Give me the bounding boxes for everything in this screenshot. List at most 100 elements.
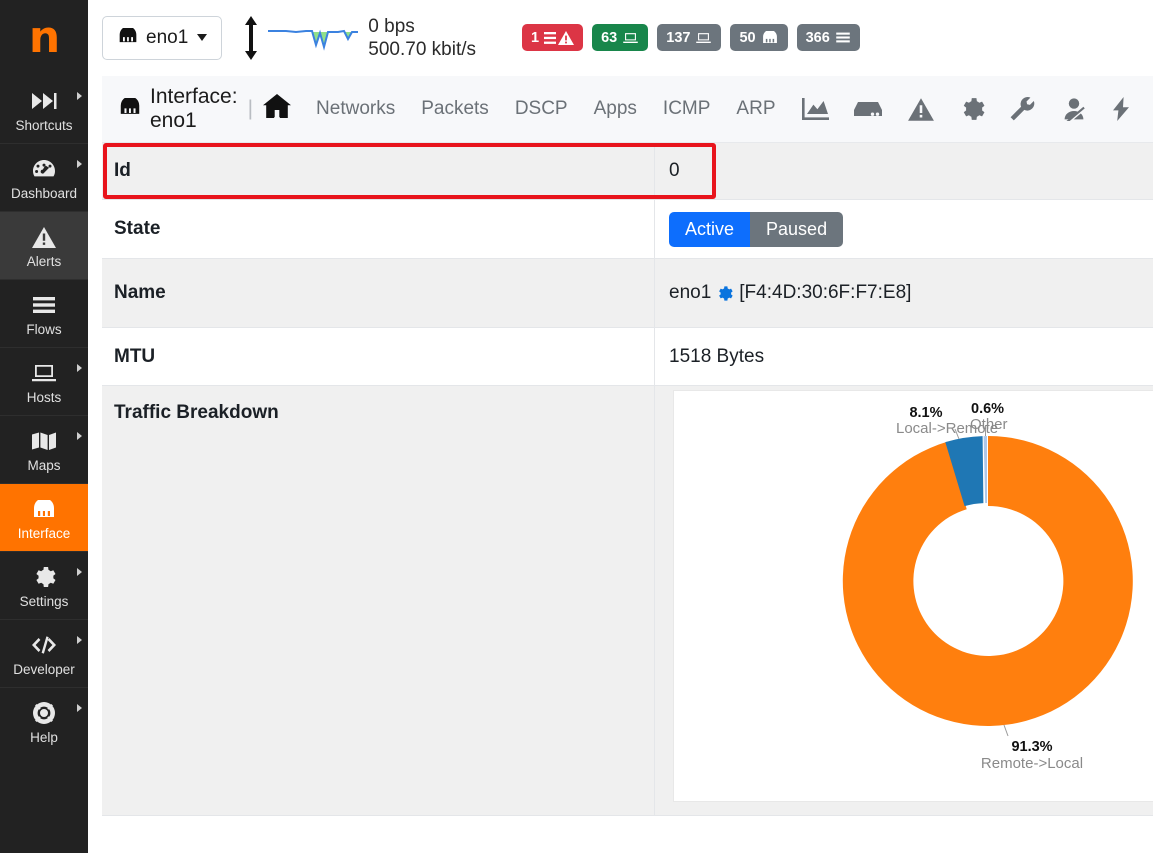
row-value-id: 0 [655,143,1153,199]
alert-list-icon [544,31,574,45]
row-key-id: Id [102,143,655,199]
tab-user-blocked[interactable] [1047,97,1099,121]
tab-arp[interactable]: ARP [723,98,788,120]
gear-icon[interactable] [716,285,733,302]
ethernet-port-icon [761,31,779,44]
gauge-icon [31,155,57,183]
tab-networks[interactable]: Networks [303,98,408,120]
sidebar-item-interface[interactable]: Interface [0,483,88,551]
table-row: Name eno1 [F4:4D:30:6F:F7:E8] [102,259,1153,328]
status-badges: 1 63 137 50 [522,24,860,51]
sidebar-item-maps[interactable]: Maps [0,415,88,483]
tab-charts[interactable] [789,97,841,121]
sidebar-item-label: Maps [27,458,60,474]
tab-packets[interactable]: Packets [408,98,502,120]
table-row: MTU 1518 Bytes [102,328,1153,386]
sidebar-item-developer[interactable]: Developer [0,619,88,687]
gear-icon [32,563,56,591]
sidebar: n Shortcuts Dashboard Alerts [0,0,88,853]
tab-home[interactable] [263,93,303,125]
row-value-state: Active Paused [655,200,1153,258]
chart-label-pct-other: 0.6% [971,401,1004,417]
throughput-readout: 0 bps 500.70 kbit/s [368,15,476,61]
list-lines-icon [835,31,851,44]
sidebar-item-dashboard[interactable]: Dashboard [0,143,88,211]
sidebar-item-label: Interface [18,526,71,542]
sidebar-item-label: Help [30,730,58,746]
state-active-button[interactable]: Active [669,212,750,247]
flows-badge[interactable]: 366 [797,24,860,51]
mac-address-text: [F4:4D:30:6F:F7:E8] [739,282,911,304]
title-separator: | [248,97,253,121]
laptop-icon [622,31,639,45]
active-hosts-badge[interactable]: 63 [592,24,648,51]
hosts-badge[interactable]: 137 [657,24,721,51]
tab-apps[interactable]: Apps [581,98,650,120]
area-chart-icon [801,97,829,121]
tab-dscp[interactable]: DSCP [502,98,581,120]
sidebar-item-alerts[interactable]: Alerts [0,211,88,279]
sidebar-item-flows[interactable]: Flows [0,279,88,347]
chevron-right-icon [77,636,82,644]
sparkline-chart [266,19,360,56]
slice-remote-local[interactable] [843,436,1133,726]
sidebar-item-help[interactable]: Help [0,687,88,755]
tab-storage[interactable] [841,99,895,119]
user-blocked-icon [1059,97,1087,121]
lifebuoy-icon [32,699,56,727]
row-key-traffic-breakdown: Traffic Breakdown [102,386,655,815]
sidebar-item-label: Developer [13,662,75,678]
interface-selector-label: eno1 [146,27,188,49]
table-row: Traffic Breakdown [102,386,1153,816]
sidebar-item-settings[interactable]: Settings [0,551,88,619]
ethernet-port-icon [31,495,57,523]
sidebar-item-label: Shortcuts [15,118,72,134]
table-row: State Active Paused [102,200,1153,259]
chevron-right-icon [77,160,82,168]
chart-label-pct-local-remote: 8.1% [909,405,942,421]
row-value-name: eno1 [F4:4D:30:6F:F7:E8] [655,259,1153,327]
interface-name-text: eno1 [669,282,711,304]
chevron-right-icon [77,432,82,440]
tab-icmp[interactable]: ICMP [650,98,724,120]
state-paused-button[interactable]: Paused [750,212,843,247]
tab-tools[interactable] [997,96,1047,122]
badge-count: 50 [739,30,755,46]
fast-forward-icon [31,87,57,115]
chart-label-name-other: Other [970,416,1008,433]
app-root: n Shortcuts Dashboard Alerts [0,0,1153,853]
wrench-icon [1009,96,1035,122]
page-tab-strip: Interface: eno1 | Networks Packets DSCP … [102,76,1153,143]
chevron-right-icon [77,568,82,576]
interface-selector[interactable]: eno1 [102,16,222,60]
main-area: eno1 0 bps 500.70 kbit/s 1 [88,0,1153,853]
table-row: Id 0 [102,143,1153,200]
laptop-icon [695,31,712,45]
chevron-right-icon [77,704,82,712]
tab-bolt[interactable] [1099,96,1143,122]
row-value-traffic-breakdown: 8.1% Local->Remote 0.6% Other 91.3% Remo… [655,386,1153,815]
map-icon [30,427,58,455]
tab-settings[interactable] [947,96,997,122]
devices-badge[interactable]: 50 [730,24,787,51]
code-brackets-icon [30,631,58,659]
sidebar-item-label: Flows [26,322,61,338]
sidebar-item-label: Settings [20,594,69,610]
row-key-name: Name [102,259,655,327]
slice-other[interactable] [984,436,987,503]
sidebar-item-shortcuts[interactable]: Shortcuts [0,76,88,143]
sidebar-item-label: Hosts [27,390,62,406]
chart-label-name-remote-local: Remote->Local [981,755,1083,772]
sidebar-item-label: Alerts [27,254,62,270]
alerts-badge[interactable]: 1 [522,24,583,51]
bolt-icon [1111,96,1131,122]
badge-count: 63 [601,30,617,46]
sidebar-item-hosts[interactable]: Hosts [0,347,88,415]
up-down-arrows-icon [240,15,262,61]
donut-chart-svg: 8.1% Local->Remote 0.6% Other 91.3% Remo… [674,391,1153,801]
tab-alerts[interactable] [895,97,947,122]
traffic-breakdown-chart: 8.1% Local->Remote 0.6% Other 91.3% Remo… [673,390,1153,802]
page-title: Interface: eno1 [118,85,238,133]
app-logo[interactable]: n [0,0,88,76]
logo-letter: n [29,16,59,60]
